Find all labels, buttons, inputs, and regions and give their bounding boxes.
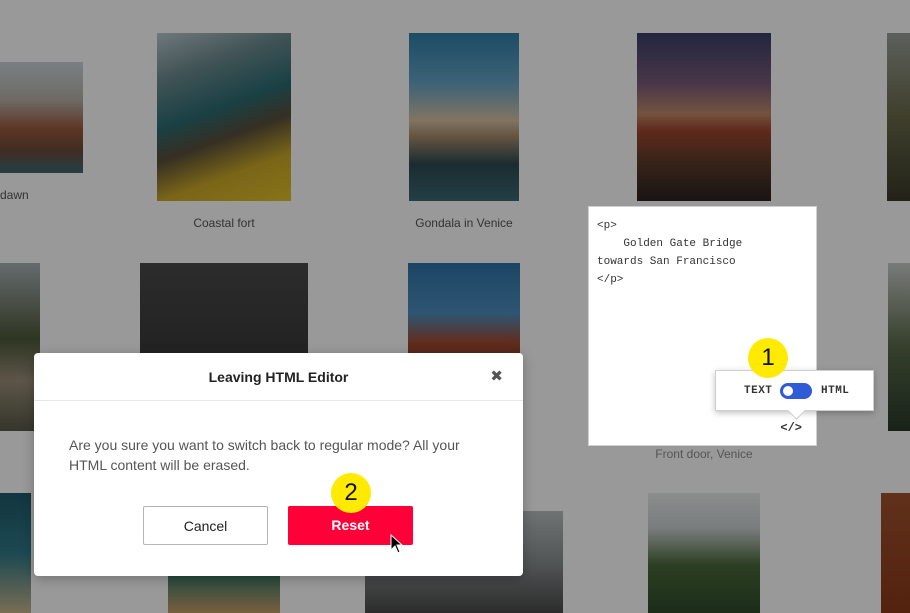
leaving-html-editor-dialog: Leaving HTML Editor ✖ Are you sure you w…: [34, 353, 523, 576]
dialog-title: Leaving HTML Editor: [208, 369, 349, 385]
caption-front-door: Front door, Venice: [655, 447, 753, 461]
cancel-button[interactable]: Cancel: [143, 506, 268, 545]
toggle-text-label[interactable]: TEXT: [744, 385, 772, 397]
mouse-pointer-icon: [390, 534, 404, 554]
dialog-header: Leaving HTML Editor ✖: [34, 353, 523, 401]
code-line-3: towards San Francisco: [597, 256, 736, 268]
step-1-marker: 1: [748, 338, 788, 378]
step-2-marker: 2: [331, 473, 371, 513]
code-content[interactable]: <p> Golden Gate Bridge towards San Franc…: [597, 217, 742, 289]
dialog-message: Are you sure you want to switch back to …: [69, 437, 460, 473]
code-toggle-icon[interactable]: </>: [780, 421, 802, 435]
close-icon[interactable]: ✖: [490, 367, 503, 385]
code-line-2: Golden Gate Bridge: [597, 238, 743, 250]
toggle-html-label[interactable]: HTML: [821, 385, 849, 397]
text-html-toggle-popover: TEXT HTML: [715, 370, 874, 411]
mode-toggle-switch[interactable]: [780, 383, 812, 399]
toggle-knob: [783, 386, 793, 396]
code-line-1: <p>: [597, 220, 617, 232]
code-line-4: </p>: [597, 274, 624, 286]
